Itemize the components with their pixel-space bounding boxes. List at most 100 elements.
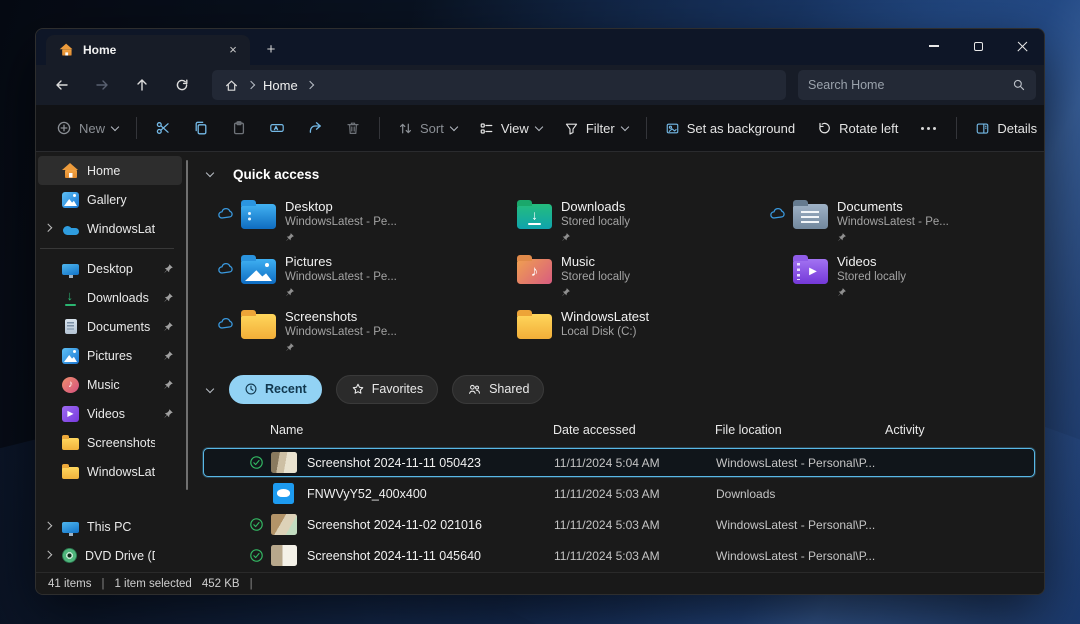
- minimize-button[interactable]: [912, 29, 956, 63]
- share-button[interactable]: [297, 111, 333, 145]
- sidebar-item-icon: [62, 264, 79, 275]
- new-button[interactable]: New: [46, 111, 128, 145]
- sidebar-item[interactable]: WindowsLatest: [38, 214, 182, 243]
- close-button[interactable]: [1000, 29, 1044, 63]
- details-label: Details: [997, 121, 1037, 136]
- pin-icon: [285, 342, 295, 352]
- sidebar-item[interactable]: Downloads: [38, 283, 182, 312]
- sidebar-item[interactable]: Screenshots: [38, 428, 182, 457]
- quick-access-tile[interactable]: Screenshots WindowsLatest - Pe...: [217, 304, 475, 357]
- column-header-date-accessed[interactable]: Date accessed: [553, 423, 715, 437]
- onedrive-cloud-icon: [217, 316, 234, 330]
- explorer-tab-home[interactable]: Home ×: [46, 35, 250, 65]
- sidebar-item-icon: [62, 438, 79, 450]
- sidebar-item[interactable]: Documents: [38, 312, 182, 341]
- column-header-name[interactable]: Name: [270, 423, 553, 437]
- rotate-left-icon: [817, 121, 832, 136]
- search-icon[interactable]: [1012, 78, 1026, 92]
- table-row[interactable]: Screenshot 2024-11-11 050423 11/11/2024 …: [203, 448, 1035, 477]
- maximize-button[interactable]: [956, 29, 1000, 63]
- sidebar-item[interactable]: [38, 486, 182, 512]
- set-as-background-button[interactable]: Set as background: [655, 111, 805, 145]
- delete-button[interactable]: [335, 111, 371, 145]
- breadcrumb[interactable]: Home: [212, 70, 786, 100]
- forward-button[interactable]: [84, 69, 120, 101]
- chevron-right-icon: [305, 81, 313, 89]
- quick-access-tile[interactable]: WindowsLatest Local Disk (C:): [493, 304, 751, 357]
- tab-shared[interactable]: Shared: [452, 375, 544, 404]
- tab-close-icon[interactable]: ×: [224, 41, 242, 59]
- collapse-chevron-icon[interactable]: [206, 385, 214, 393]
- sidebar-item[interactable]: Gallery: [38, 185, 182, 214]
- pin-icon: [837, 232, 847, 242]
- tab-shared-label: Shared: [489, 382, 529, 396]
- sort-button[interactable]: Sort: [388, 111, 467, 145]
- sidebar-item-icon: [62, 221, 79, 237]
- sidebar-item[interactable]: Desktop: [38, 254, 182, 283]
- sort-label: Sort: [420, 121, 444, 136]
- breadcrumb-item-home[interactable]: Home: [263, 78, 298, 93]
- sidebar-item[interactable]: [38, 243, 182, 254]
- sidebar-item[interactable]: Home: [38, 156, 182, 185]
- quick-access-tile[interactable]: Pictures WindowsLatest - Pe...: [217, 249, 475, 302]
- file-thumbnail: [271, 514, 297, 535]
- more-options-button[interactable]: [910, 111, 946, 145]
- table-row[interactable]: Screenshot 2024-11-02 021016 11/11/2024 …: [203, 510, 1035, 539]
- copy-button[interactable]: [183, 111, 219, 145]
- folder-icon: [793, 259, 828, 284]
- filter-button[interactable]: Filter: [554, 111, 638, 145]
- sidebar-item[interactable]: Videos: [38, 399, 182, 428]
- expand-chevron-icon[interactable]: [44, 551, 52, 559]
- file-location: WindowsLatest - Personal\P...: [716, 456, 886, 470]
- quick-access-tile[interactable]: Downloads Stored locally: [493, 194, 751, 247]
- table-row[interactable]: Screenshot 2024-11-11 045640 11/11/2024 …: [203, 541, 1035, 570]
- sidebar-item[interactable]: WindowsLatest: [38, 457, 182, 486]
- clipboard-icon: [231, 120, 247, 136]
- quick-access-tile[interactable]: Music Stored locally: [493, 249, 751, 302]
- up-button[interactable]: [124, 69, 160, 101]
- paste-button[interactable]: [221, 111, 257, 145]
- copy-icon: [193, 120, 209, 136]
- rename-button[interactable]: [259, 111, 295, 145]
- sidebar-item-label: DVD Drive (D:) C: [85, 549, 155, 563]
- onedrive-cloud-icon: [769, 206, 786, 220]
- sidebar-item-label: Screenshots: [87, 436, 155, 450]
- refresh-button[interactable]: [164, 69, 200, 101]
- search-input[interactable]: [808, 78, 1012, 92]
- details-button[interactable]: Details: [965, 111, 1045, 145]
- expand-chevron-icon[interactable]: [44, 522, 52, 530]
- toolbar-divider: [956, 117, 957, 139]
- sidebar-scrollbar[interactable]: [186, 160, 189, 490]
- command-toolbar: New Sort: [36, 105, 1044, 152]
- toolbar-divider: [646, 117, 647, 139]
- column-header-activity[interactable]: Activity: [885, 423, 1044, 437]
- sidebar-item[interactable]: DVD Drive (D:) C: [38, 541, 182, 570]
- sidebar-item-label: Downloads: [87, 291, 155, 305]
- tile-name: Videos: [837, 254, 1027, 270]
- tab-favorites[interactable]: Favorites: [336, 375, 438, 404]
- table-header: Name Date accessed File location Activit…: [203, 418, 1044, 442]
- quick-access-tile[interactable]: Videos Stored locally: [769, 249, 1027, 302]
- expand-chevron-icon[interactable]: [44, 224, 52, 232]
- quick-access-tile[interactable]: Desktop WindowsLatest - Pe...: [217, 194, 475, 247]
- column-header-file-location[interactable]: File location: [715, 423, 885, 437]
- quick-access-tile[interactable]: Documents WindowsLatest - Pe...: [769, 194, 1027, 247]
- rotate-left-button[interactable]: Rotate left: [807, 111, 908, 145]
- sidebar-item[interactable]: This PC: [38, 512, 182, 541]
- tab-recent[interactable]: Recent: [229, 375, 322, 404]
- sidebar-item[interactable]: Pictures: [38, 341, 182, 370]
- sidebar-item[interactable]: Music: [38, 370, 182, 399]
- file-location: Downloads: [716, 487, 886, 501]
- title-bar[interactable]: Home × +: [36, 29, 1044, 65]
- search-box[interactable]: [798, 70, 1036, 100]
- new-tab-button[interactable]: +: [258, 38, 284, 62]
- view-button[interactable]: View: [469, 111, 552, 145]
- table-row[interactable]: FNWVyY52_400x400 11/11/2024 5:03 AM Down…: [203, 479, 1035, 508]
- collapse-chevron-icon[interactable]: [206, 168, 214, 176]
- trash-icon: [345, 120, 361, 136]
- pin-icon: [163, 350, 174, 361]
- file-thumbnail: [271, 452, 297, 473]
- back-button[interactable]: [44, 69, 80, 101]
- cut-button[interactable]: [145, 111, 181, 145]
- file-explorer-window: Home × +: [35, 28, 1045, 595]
